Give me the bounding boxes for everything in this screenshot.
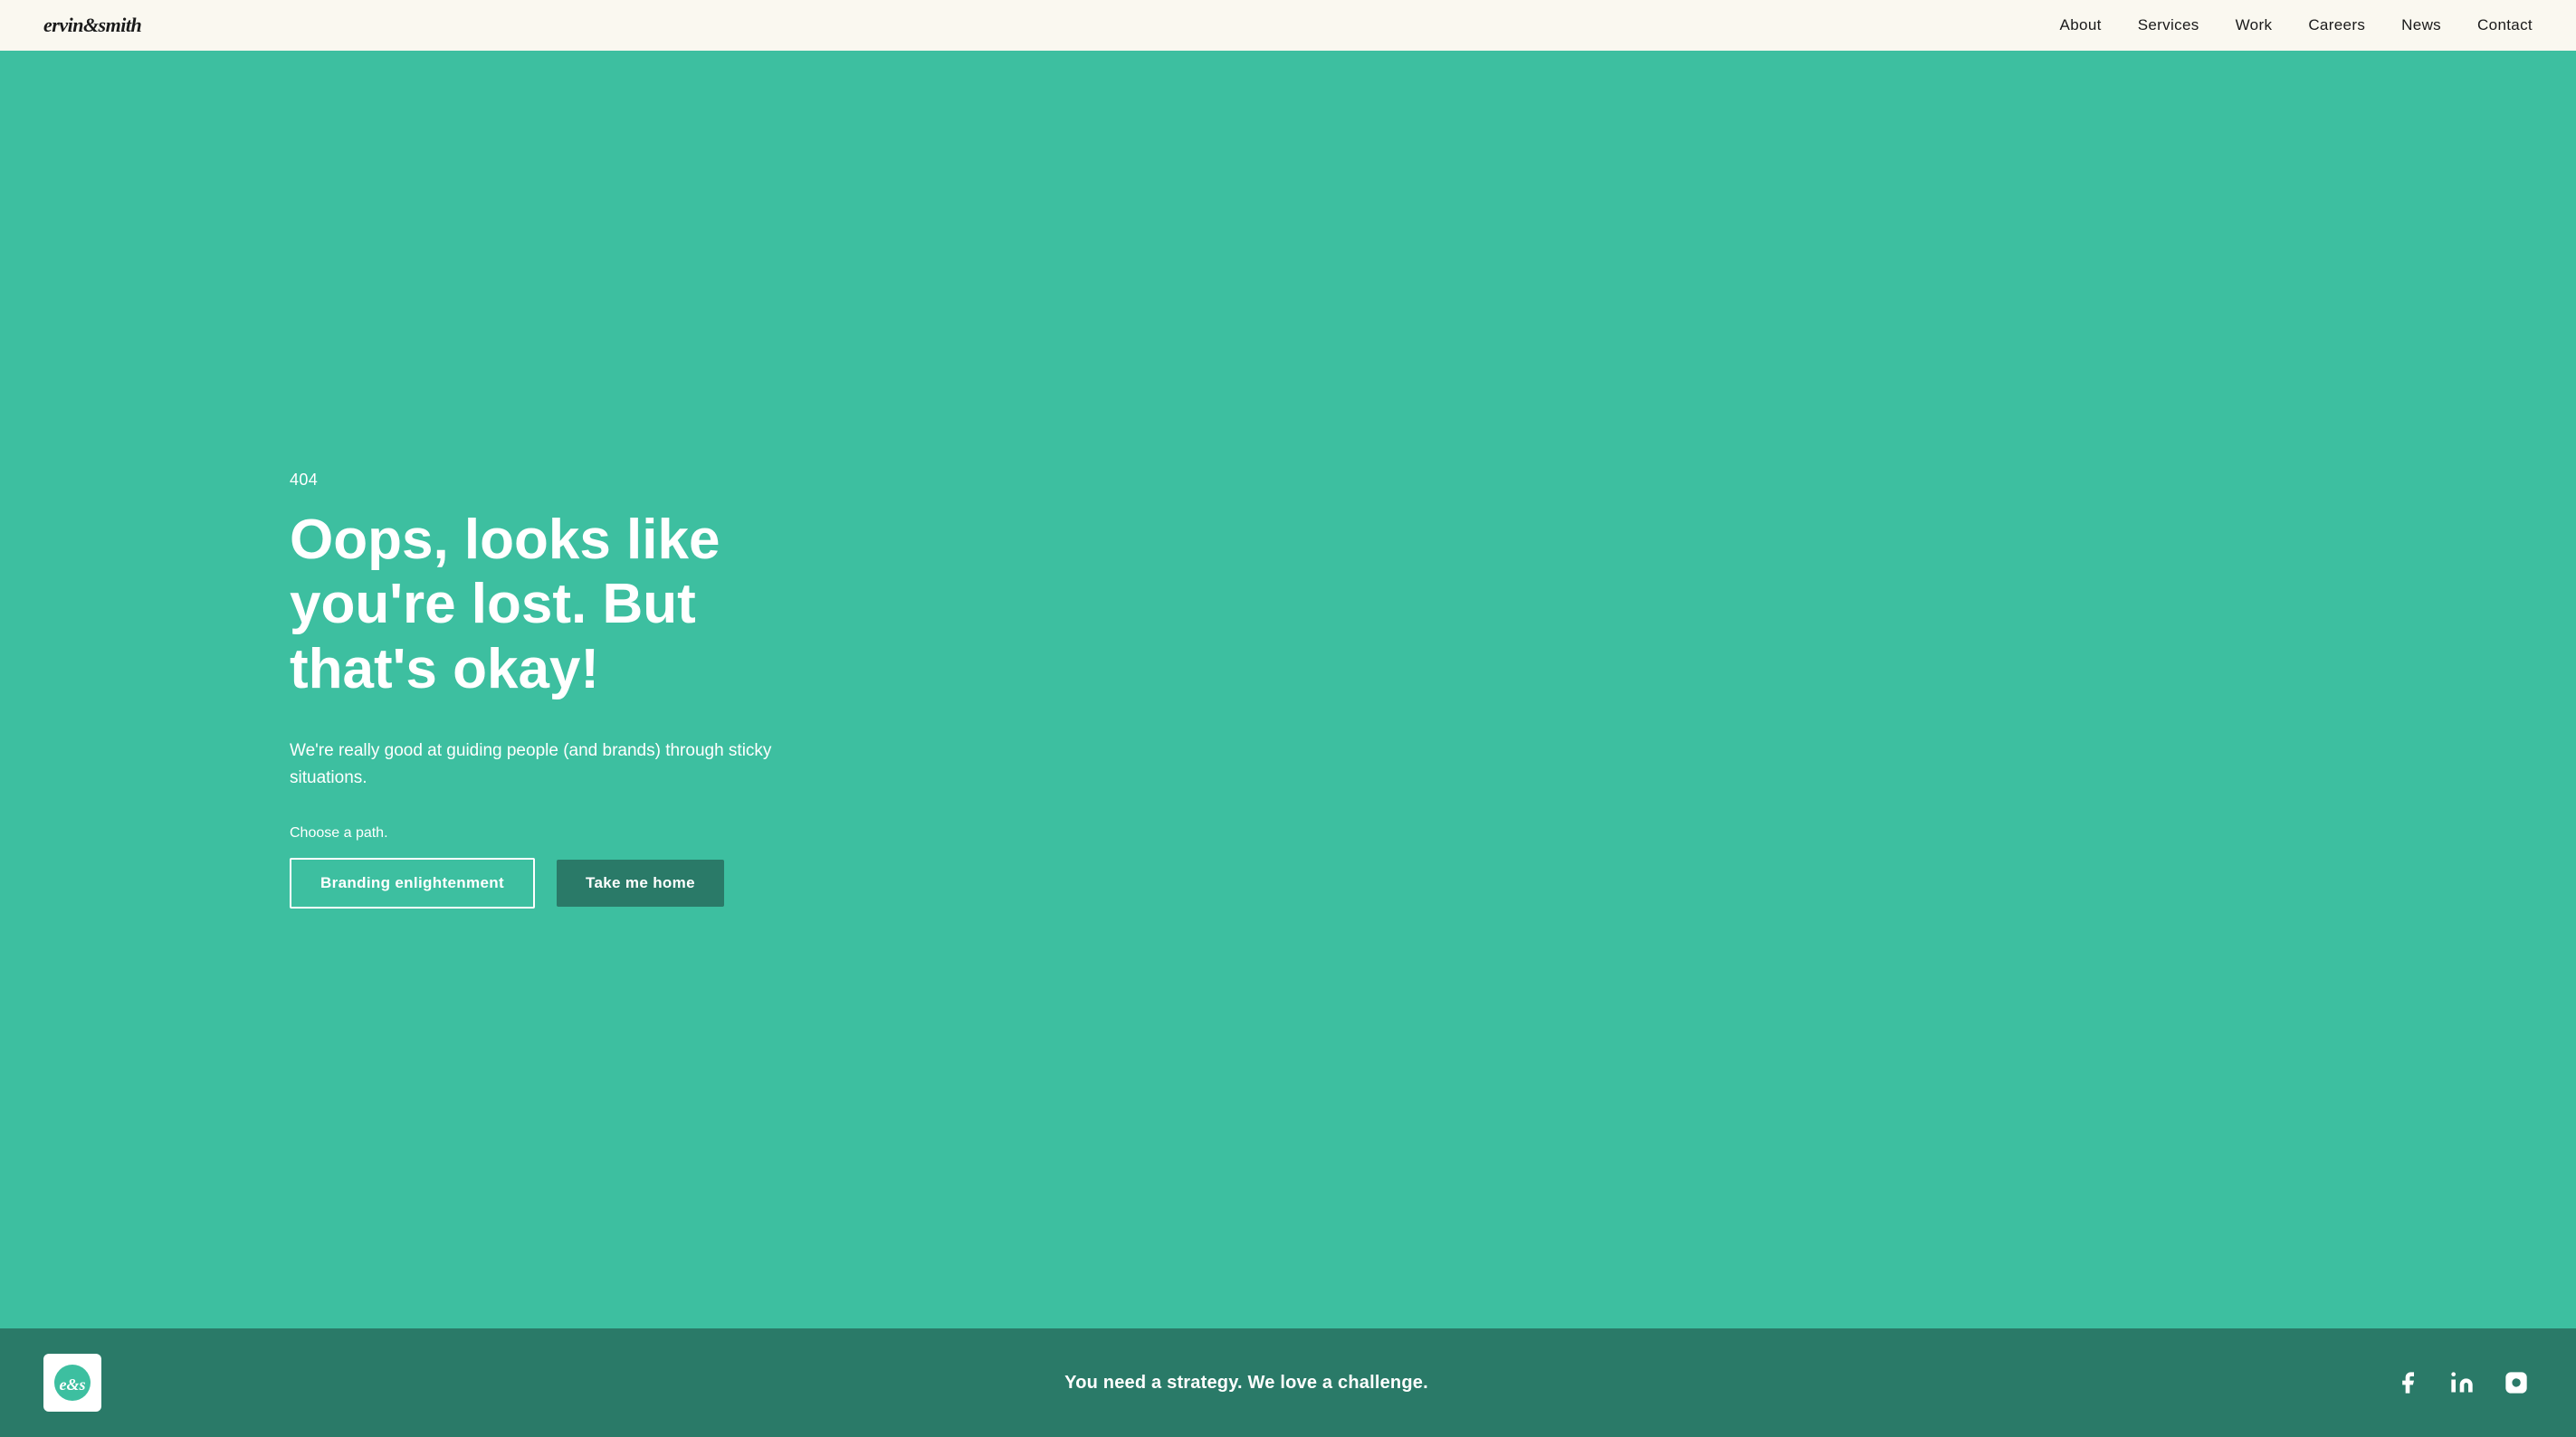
- site-header: ervin&smith About Services Work Careers …: [0, 0, 2576, 51]
- branding-enlightenment-button[interactable]: Branding enlightenment: [290, 858, 535, 909]
- site-footer: e&s You need a strategy. We love a chall…: [0, 1328, 2576, 1437]
- facebook-icon[interactable]: [2391, 1366, 2424, 1399]
- instagram-icon[interactable]: [2500, 1366, 2533, 1399]
- choose-path-label: Choose a path.: [290, 825, 2533, 842]
- main-nav: About Services Work Careers News Contact: [2060, 16, 2533, 34]
- svg-text:e&s: e&s: [60, 1375, 86, 1394]
- main-content: 404 Oops, looks like you're lost. But th…: [0, 51, 2576, 1328]
- site-logo[interactable]: ervin&smith: [43, 14, 141, 37]
- nav-news[interactable]: News: [2401, 16, 2441, 34]
- nav-about[interactable]: About: [2060, 16, 2102, 34]
- subtext: We're really good at guiding people (and…: [290, 738, 797, 793]
- error-code: 404: [290, 471, 2533, 490]
- nav-contact[interactable]: Contact: [2477, 16, 2533, 34]
- take-me-home-button[interactable]: Take me home: [557, 860, 724, 907]
- nav-services[interactable]: Services: [2138, 16, 2199, 34]
- nav-careers[interactable]: Careers: [2308, 16, 2365, 34]
- nav-work[interactable]: Work: [2236, 16, 2273, 34]
- social-icons: [2391, 1366, 2533, 1399]
- footer-tagline: You need a strategy. We love a challenge…: [1064, 1373, 1428, 1394]
- linkedin-icon[interactable]: [2446, 1366, 2478, 1399]
- footer-logo: e&s: [43, 1354, 101, 1412]
- cta-buttons: Branding enlightenment Take me home: [290, 858, 2533, 909]
- page-headline: Oops, looks like you're lost. But that's…: [290, 508, 851, 701]
